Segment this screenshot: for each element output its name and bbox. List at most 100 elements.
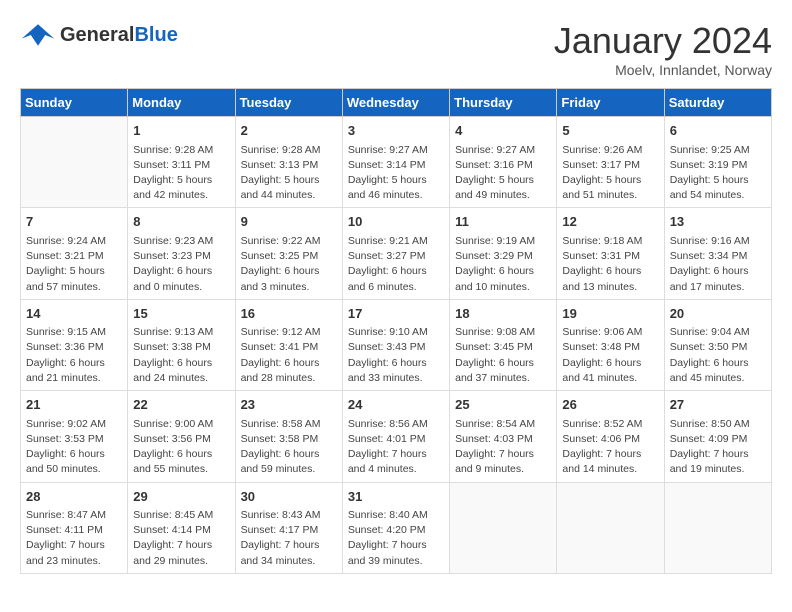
- day-number: 4: [455, 121, 551, 141]
- calendar-cell: 11Sunrise: 9:19 AMSunset: 3:29 PMDayligh…: [450, 208, 557, 299]
- day-info: Sunrise: 9:00 AMSunset: 3:56 PMDaylight:…: [133, 417, 229, 478]
- day-info: Sunrise: 8:40 AMSunset: 4:20 PMDaylight:…: [348, 508, 444, 569]
- calendar-cell: 8Sunrise: 9:23 AMSunset: 3:23 PMDaylight…: [128, 208, 235, 299]
- day-number: 9: [241, 212, 337, 232]
- day-number: 23: [241, 395, 337, 415]
- day-info: Sunrise: 9:25 AMSunset: 3:19 PMDaylight:…: [670, 143, 766, 204]
- calendar-cell: 9Sunrise: 9:22 AMSunset: 3:25 PMDaylight…: [235, 208, 342, 299]
- day-info: Sunrise: 9:15 AMSunset: 3:36 PMDaylight:…: [26, 325, 122, 386]
- logo-icon: [20, 20, 56, 50]
- column-header-friday: Friday: [557, 89, 664, 117]
- page-subtitle: Moelv, Innlandet, Norway: [554, 62, 772, 78]
- day-info: Sunrise: 9:27 AMSunset: 3:16 PMDaylight:…: [455, 143, 551, 204]
- calendar-cell: 18Sunrise: 9:08 AMSunset: 3:45 PMDayligh…: [450, 299, 557, 390]
- column-header-thursday: Thursday: [450, 89, 557, 117]
- day-number: 6: [670, 121, 766, 141]
- calendar-cell: 1Sunrise: 9:28 AMSunset: 3:11 PMDaylight…: [128, 117, 235, 208]
- logo-text: GeneralBlue: [60, 25, 178, 45]
- day-number: 1: [133, 121, 229, 141]
- day-number: 3: [348, 121, 444, 141]
- calendar-cell: 27Sunrise: 8:50 AMSunset: 4:09 PMDayligh…: [664, 391, 771, 482]
- day-info: Sunrise: 9:26 AMSunset: 3:17 PMDaylight:…: [562, 143, 658, 204]
- day-info: Sunrise: 9:24 AMSunset: 3:21 PMDaylight:…: [26, 234, 122, 295]
- day-number: 17: [348, 304, 444, 324]
- day-number: 14: [26, 304, 122, 324]
- day-number: 7: [26, 212, 122, 232]
- calendar-cell: 26Sunrise: 8:52 AMSunset: 4:06 PMDayligh…: [557, 391, 664, 482]
- day-info: Sunrise: 8:54 AMSunset: 4:03 PMDaylight:…: [455, 417, 551, 478]
- day-number: 29: [133, 487, 229, 507]
- day-number: 31: [348, 487, 444, 507]
- day-info: Sunrise: 9:08 AMSunset: 3:45 PMDaylight:…: [455, 325, 551, 386]
- day-number: 5: [562, 121, 658, 141]
- calendar-cell: [21, 117, 128, 208]
- calendar-cell: 23Sunrise: 8:58 AMSunset: 3:58 PMDayligh…: [235, 391, 342, 482]
- calendar-cell: 12Sunrise: 9:18 AMSunset: 3:31 PMDayligh…: [557, 208, 664, 299]
- day-info: Sunrise: 9:22 AMSunset: 3:25 PMDaylight:…: [241, 234, 337, 295]
- calendar-week-row: 21Sunrise: 9:02 AMSunset: 3:53 PMDayligh…: [21, 391, 772, 482]
- day-info: Sunrise: 9:02 AMSunset: 3:53 PMDaylight:…: [26, 417, 122, 478]
- day-number: 16: [241, 304, 337, 324]
- calendar-cell: [450, 482, 557, 573]
- calendar-week-row: 1Sunrise: 9:28 AMSunset: 3:11 PMDaylight…: [21, 117, 772, 208]
- calendar-cell: 22Sunrise: 9:00 AMSunset: 3:56 PMDayligh…: [128, 391, 235, 482]
- calendar-cell: [664, 482, 771, 573]
- day-info: Sunrise: 8:43 AMSunset: 4:17 PMDaylight:…: [241, 508, 337, 569]
- column-header-monday: Monday: [128, 89, 235, 117]
- day-info: Sunrise: 8:47 AMSunset: 4:11 PMDaylight:…: [26, 508, 122, 569]
- day-number: 15: [133, 304, 229, 324]
- day-number: 28: [26, 487, 122, 507]
- column-header-tuesday: Tuesday: [235, 89, 342, 117]
- day-number: 2: [241, 121, 337, 141]
- day-info: Sunrise: 8:58 AMSunset: 3:58 PMDaylight:…: [241, 417, 337, 478]
- title-block: January 2024 Moelv, Innlandet, Norway: [554, 20, 772, 78]
- day-info: Sunrise: 9:28 AMSunset: 3:11 PMDaylight:…: [133, 143, 229, 204]
- day-info: Sunrise: 9:28 AMSunset: 3:13 PMDaylight:…: [241, 143, 337, 204]
- day-info: Sunrise: 9:21 AMSunset: 3:27 PMDaylight:…: [348, 234, 444, 295]
- day-number: 30: [241, 487, 337, 507]
- day-number: 8: [133, 212, 229, 232]
- day-info: Sunrise: 8:50 AMSunset: 4:09 PMDaylight:…: [670, 417, 766, 478]
- day-info: Sunrise: 9:27 AMSunset: 3:14 PMDaylight:…: [348, 143, 444, 204]
- calendar-cell: 17Sunrise: 9:10 AMSunset: 3:43 PMDayligh…: [342, 299, 449, 390]
- calendar-cell: 3Sunrise: 9:27 AMSunset: 3:14 PMDaylight…: [342, 117, 449, 208]
- day-number: 22: [133, 395, 229, 415]
- day-number: 12: [562, 212, 658, 232]
- day-number: 27: [670, 395, 766, 415]
- calendar-cell: [557, 482, 664, 573]
- day-number: 19: [562, 304, 658, 324]
- calendar-cell: 31Sunrise: 8:40 AMSunset: 4:20 PMDayligh…: [342, 482, 449, 573]
- day-info: Sunrise: 9:23 AMSunset: 3:23 PMDaylight:…: [133, 234, 229, 295]
- calendar-header-row: SundayMondayTuesdayWednesdayThursdayFrid…: [21, 89, 772, 117]
- calendar-cell: 4Sunrise: 9:27 AMSunset: 3:16 PMDaylight…: [450, 117, 557, 208]
- calendar-cell: 28Sunrise: 8:47 AMSunset: 4:11 PMDayligh…: [21, 482, 128, 573]
- day-info: Sunrise: 9:13 AMSunset: 3:38 PMDaylight:…: [133, 325, 229, 386]
- calendar-cell: 30Sunrise: 8:43 AMSunset: 4:17 PMDayligh…: [235, 482, 342, 573]
- day-number: 25: [455, 395, 551, 415]
- calendar-week-row: 7Sunrise: 9:24 AMSunset: 3:21 PMDaylight…: [21, 208, 772, 299]
- day-number: 21: [26, 395, 122, 415]
- day-info: Sunrise: 8:45 AMSunset: 4:14 PMDaylight:…: [133, 508, 229, 569]
- calendar-week-row: 14Sunrise: 9:15 AMSunset: 3:36 PMDayligh…: [21, 299, 772, 390]
- day-info: Sunrise: 9:18 AMSunset: 3:31 PMDaylight:…: [562, 234, 658, 295]
- column-header-wednesday: Wednesday: [342, 89, 449, 117]
- calendar-cell: 15Sunrise: 9:13 AMSunset: 3:38 PMDayligh…: [128, 299, 235, 390]
- calendar-cell: 5Sunrise: 9:26 AMSunset: 3:17 PMDaylight…: [557, 117, 664, 208]
- day-number: 24: [348, 395, 444, 415]
- calendar-cell: 6Sunrise: 9:25 AMSunset: 3:19 PMDaylight…: [664, 117, 771, 208]
- day-number: 11: [455, 212, 551, 232]
- calendar-table: SundayMondayTuesdayWednesdayThursdayFrid…: [20, 88, 772, 574]
- day-info: Sunrise: 9:19 AMSunset: 3:29 PMDaylight:…: [455, 234, 551, 295]
- calendar-cell: 21Sunrise: 9:02 AMSunset: 3:53 PMDayligh…: [21, 391, 128, 482]
- calendar-cell: 25Sunrise: 8:54 AMSunset: 4:03 PMDayligh…: [450, 391, 557, 482]
- day-number: 10: [348, 212, 444, 232]
- logo: GeneralBlue: [20, 20, 178, 50]
- column-header-sunday: Sunday: [21, 89, 128, 117]
- day-number: 18: [455, 304, 551, 324]
- calendar-cell: 24Sunrise: 8:56 AMSunset: 4:01 PMDayligh…: [342, 391, 449, 482]
- day-info: Sunrise: 9:16 AMSunset: 3:34 PMDaylight:…: [670, 234, 766, 295]
- column-header-saturday: Saturday: [664, 89, 771, 117]
- day-info: Sunrise: 8:56 AMSunset: 4:01 PMDaylight:…: [348, 417, 444, 478]
- calendar-week-row: 28Sunrise: 8:47 AMSunset: 4:11 PMDayligh…: [21, 482, 772, 573]
- calendar-cell: 29Sunrise: 8:45 AMSunset: 4:14 PMDayligh…: [128, 482, 235, 573]
